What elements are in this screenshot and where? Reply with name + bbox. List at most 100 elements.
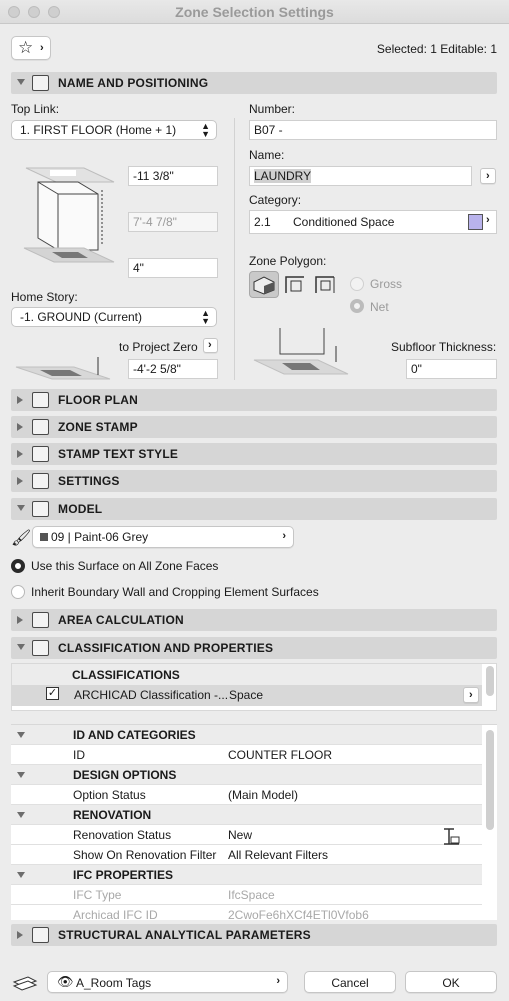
section-settings[interactable]: SETTINGS (11, 470, 497, 492)
column-divider (234, 118, 235, 380)
favorites-button[interactable]: ☆ › (11, 36, 51, 60)
layer-icon (12, 976, 38, 991)
property-group-header[interactable]: IFC PROPERTIES (11, 865, 482, 885)
classification-row[interactable]: ✓ ARCHICAD Classification -... Space › (12, 685, 482, 706)
classifications-header: CLASSIFICATIONS (72, 668, 180, 682)
surface-swatch (40, 533, 48, 541)
text-style-icon (32, 446, 49, 462)
title-bar: Zone Selection Settings (0, 0, 509, 24)
section-zone-stamp[interactable]: ZONE STAMP (11, 416, 497, 438)
subfloor-field[interactable]: 0" (406, 359, 497, 379)
collapse-triangle-icon (17, 79, 25, 85)
property-group-header[interactable]: ID AND CATEGORIES (11, 725, 482, 745)
expand-triangle-icon (17, 477, 23, 485)
classification-checkbox[interactable]: ✓ (46, 687, 59, 700)
top-offset-field[interactable]: -11 3/8" (128, 166, 218, 186)
zone-polygon-label: Zone Polygon: (249, 254, 327, 268)
collapse-triangle-icon (17, 872, 25, 878)
gross-radio[interactable] (350, 277, 364, 291)
section-stamp-text-style[interactable]: STAMP TEXT STYLE (11, 443, 497, 465)
section-area-calculation[interactable]: AREA CALCULATION (11, 609, 497, 631)
ok-button[interactable]: OK (405, 971, 497, 993)
use-surface-radio[interactable] (11, 559, 25, 573)
bottom-offset-field[interactable]: 4" (128, 258, 218, 278)
net-label: Net (370, 300, 389, 314)
zone-polygon-inner-button[interactable] (312, 271, 339, 298)
to-project-zero-label: to Project Zero (119, 340, 198, 354)
inherit-boundary-label: Inherit Boundary Wall and Cropping Eleme… (31, 585, 319, 599)
select-arrows-icon: ▲ ▼ (201, 308, 210, 326)
height-field[interactable]: 7'-4 7/8" (128, 212, 218, 232)
section-model[interactable]: MODEL (11, 498, 497, 520)
expand-triangle-icon (17, 423, 23, 431)
settings-icon (32, 473, 49, 489)
chevron-right-icon: › (486, 214, 490, 226)
section-name-positioning[interactable]: NAME AND POSITIONING (11, 72, 497, 94)
property-row[interactable]: Renovation Status New (11, 825, 482, 845)
model-icon (32, 501, 49, 517)
number-field[interactable]: B07 - (249, 120, 497, 140)
expand-triangle-icon (17, 616, 23, 624)
chevron-right-icon: › (40, 42, 44, 54)
zone-stamp-icon (32, 419, 49, 435)
expand-triangle-icon (17, 396, 23, 404)
collapse-triangle-icon (17, 644, 25, 650)
zone-polygon-manual-button[interactable] (249, 271, 279, 298)
surface-select[interactable]: 09 | Paint-06 Grey › (32, 526, 294, 548)
floor-plan-icon (32, 392, 49, 408)
zone-manual-icon (253, 276, 275, 295)
property-row[interactable]: Archicad IFC ID 2CwoFe6hXCf4ETl0Vfob6 (11, 905, 482, 920)
property-row[interactable]: IFC Type IfcSpace (11, 885, 482, 905)
property-row[interactable]: ID COUNTER FLOOR (11, 745, 482, 765)
collapse-triangle-icon (17, 772, 25, 778)
project-zero-diagram-icon (15, 357, 111, 380)
properties-table: ID AND CATEGORIES ID COUNTER FLOOR DESIGN O… (11, 724, 497, 920)
zone-inner-icon (315, 276, 335, 293)
select-arrows-icon: ▲ ▼ (201, 121, 210, 139)
classifications-scrollbar[interactable] (486, 666, 494, 696)
classification-menu-button[interactable]: › (463, 687, 479, 703)
property-row[interactable]: Option Status (Main Model) (11, 785, 482, 805)
name-field[interactable]: LAUNDRY (249, 166, 472, 186)
category-select[interactable]: 2.1 Conditioned Space › (249, 210, 497, 234)
classifications-table: CLASSIFICATIONS ✓ ARCHICAD Classificatio… (11, 663, 497, 711)
section-floor-plan[interactable]: FLOOR PLAN (11, 389, 497, 411)
expand-triangle-icon (17, 931, 23, 939)
category-color-swatch (468, 214, 483, 230)
category-label: Category: (249, 193, 302, 207)
expand-triangle-icon (17, 450, 23, 458)
subfloor-diagram-icon (253, 328, 349, 375)
chevron-right-icon: › (486, 170, 490, 182)
chevron-right-icon: › (276, 975, 280, 987)
net-radio[interactable] (350, 299, 364, 313)
project-zero-menu-button[interactable]: › (203, 338, 218, 353)
name-positioning-icon (32, 75, 49, 91)
cancel-button[interactable]: Cancel (304, 971, 396, 993)
subfloor-label: Subfloor Thickness: (391, 340, 497, 354)
chevron-right-icon: › (208, 339, 212, 351)
inherit-boundary-radio[interactable] (11, 585, 25, 599)
top-link-select[interactable]: 1. FIRST FLOOR (Home + 1) ▲ ▼ (11, 120, 217, 140)
section-structural[interactable]: STRUCTURAL ANALYTICAL PARAMETERS (11, 924, 497, 946)
renovation-filter-icon[interactable] (442, 827, 460, 847)
number-label: Number: (249, 102, 296, 116)
section-classification[interactable]: CLASSIFICATION AND PROPERTIES (11, 637, 497, 659)
window-title: Zone Selection Settings (175, 4, 334, 20)
area-calculation-icon (32, 612, 49, 628)
property-group-header[interactable]: RENOVATION (11, 805, 482, 825)
zone-polygon-boundary-button[interactable] (282, 271, 309, 298)
layer-select[interactable]: 👁 A_Room Tags › (47, 971, 288, 993)
property-group-header[interactable]: DESIGN OPTIONS (11, 765, 482, 785)
collapse-triangle-icon (17, 732, 25, 738)
project-zero-field[interactable]: -4'-2 5/8" (128, 359, 218, 379)
property-row[interactable]: Show On Renovation Filter All Relevant Fi… (11, 845, 482, 865)
eye-icon: 👁 (57, 974, 74, 989)
zone-height-diagram-icon (23, 167, 115, 263)
properties-scrollbar[interactable] (486, 730, 494, 830)
top-link-label: Top Link: (11, 102, 60, 116)
paint-brush-icon: 🖌 (11, 530, 32, 547)
gross-label: Gross (370, 277, 403, 291)
name-menu-button[interactable]: › (480, 168, 496, 184)
home-story-label: Home Story: (11, 290, 78, 304)
home-story-select[interactable]: -1. GROUND (Current) ▲ ▼ (11, 307, 217, 327)
